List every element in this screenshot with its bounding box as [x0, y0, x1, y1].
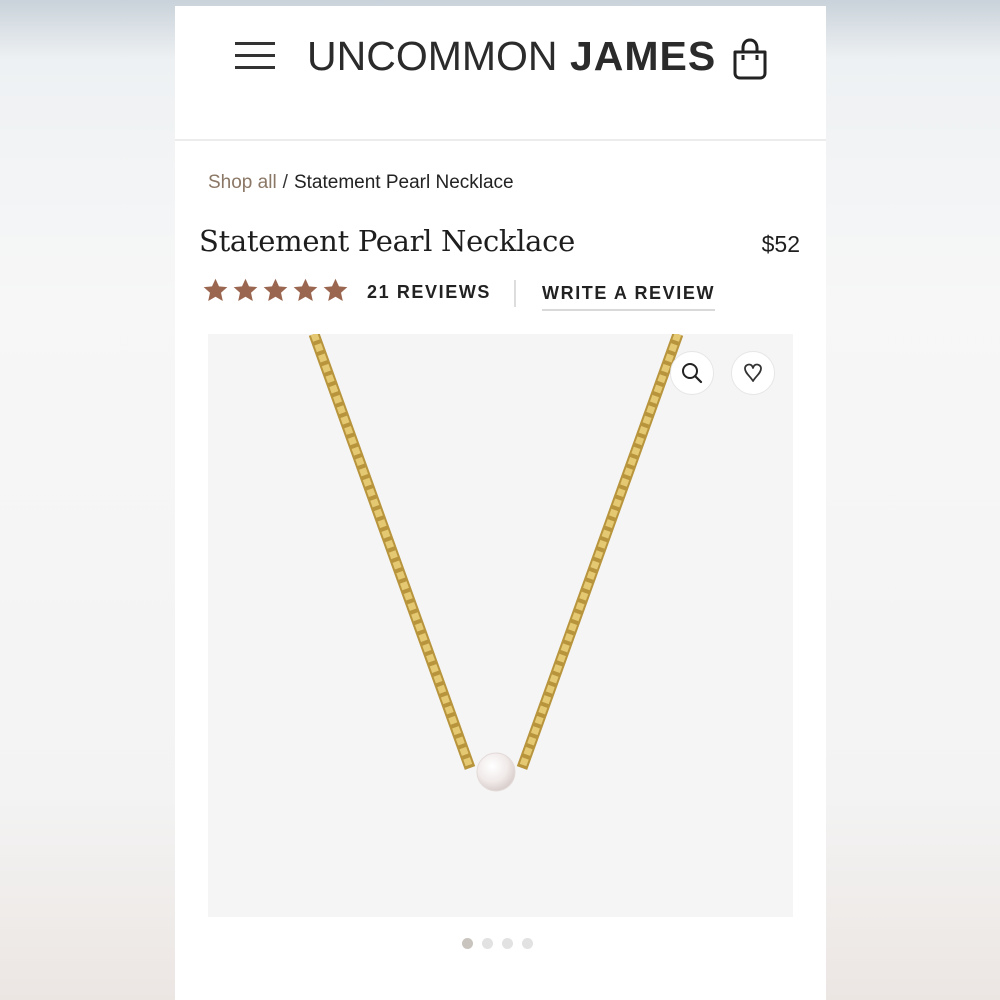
- zoom-button[interactable]: [670, 351, 714, 395]
- logo-text-light: UNCOMMON: [307, 33, 558, 79]
- star-icon: [203, 278, 228, 301]
- menu-bar: [235, 54, 275, 57]
- menu-bar: [235, 42, 275, 45]
- star-icon: [293, 278, 318, 301]
- logo-text-bold: JAMES: [569, 33, 717, 79]
- reviews-link[interactable]: 21 REVIEWS: [367, 282, 491, 303]
- shopping-bag-button[interactable]: [732, 38, 768, 80]
- rating-stars: [202, 277, 349, 304]
- shopping-bag-icon: [733, 38, 767, 80]
- pager-dot[interactable]: [482, 938, 493, 949]
- star-icon: [323, 278, 348, 301]
- breadcrumb-current: Statement Pearl Necklace: [293, 172, 514, 193]
- favorite-button[interactable]: [731, 351, 775, 395]
- menu-bar: [235, 66, 275, 69]
- search-icon: [682, 363, 703, 384]
- pager-dot[interactable]: [502, 938, 513, 949]
- product-title: Statement Pearl Necklace: [199, 224, 575, 258]
- product-price: $52: [761, 231, 800, 257]
- write-review-link[interactable]: WRITE A REVIEW: [542, 283, 716, 311]
- necklace-image: [308, 334, 684, 792]
- breadcrumb-shop-all-link[interactable]: Shop all: [208, 172, 277, 193]
- menu-button[interactable]: [235, 42, 275, 70]
- mobile-page: UNCOMMON JAMES Shop all / Statement Pearl …: [175, 6, 826, 1000]
- star-icon: [233, 278, 258, 301]
- pager-dot[interactable]: [522, 938, 533, 949]
- breadcrumb-separator: /: [282, 172, 288, 193]
- divider: [514, 280, 516, 307]
- breadcrumb: Shop all / Statement Pearl Necklace: [208, 172, 514, 194]
- heart-icon: [744, 363, 762, 382]
- image-pager: [462, 938, 533, 949]
- brand-logo[interactable]: UNCOMMON JAMES: [307, 28, 716, 84]
- star-icon: [263, 278, 288, 301]
- product-image[interactable]: [208, 334, 793, 917]
- pager-dot[interactable]: [462, 938, 473, 949]
- site-header: UNCOMMON JAMES: [175, 6, 826, 141]
